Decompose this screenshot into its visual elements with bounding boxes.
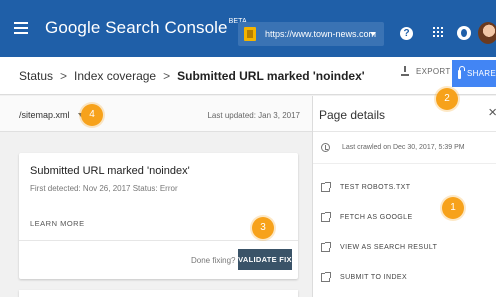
property-selector[interactable]: https://www.town-news.com: [238, 22, 384, 46]
issue-card-footer: Done fixing? VALIDATE FIX: [19, 240, 298, 279]
breadcrumb-separator: >: [60, 69, 68, 83]
breadcrumb-separator: >: [163, 69, 171, 83]
next-card: [19, 290, 298, 297]
app-title: Google Search ConsoleBETA: [45, 18, 247, 38]
close-icon[interactable]: ×: [488, 104, 496, 121]
clock-icon: [321, 143, 330, 152]
page-details-panel: Page details × Last crawled on Dec 30, 2…: [312, 96, 496, 297]
last-crawled: Last crawled on Dec 30, 2017, 5:39 PM: [321, 143, 465, 152]
breadcrumb-bar: Status > Index coverage > Submitted URL …: [0, 57, 496, 95]
apps-grid-icon[interactable]: [433, 27, 443, 37]
last-crawled-text: Last crawled on Dec 30, 2017, 5:39 PM: [342, 144, 465, 151]
last-updated: Last updated: Jan 3, 2017: [207, 111, 300, 120]
callout-marker-3: 3: [252, 217, 274, 239]
divider: [313, 163, 496, 164]
learn-more-link[interactable]: LEARN MORE: [30, 219, 85, 228]
export-button[interactable]: EXPORT: [401, 66, 451, 76]
breadcrumb-index-coverage[interactable]: Index coverage: [74, 69, 156, 83]
share-label: SHARE: [466, 69, 496, 78]
issue-title: Submitted URL marked 'noindex': [30, 165, 190, 177]
sitemap-filter-bar: /sitemap.xml Last updated: Jan 3, 2017: [0, 96, 312, 132]
sitemap-value: /sitemap.xml: [19, 110, 70, 120]
download-icon: [401, 66, 409, 76]
action-submit-to-index[interactable]: SUBMIT TO INDEX: [321, 271, 437, 283]
app-bar: Google Search ConsoleBETA https://www.to…: [0, 0, 496, 57]
chevron-down-icon: [370, 32, 376, 36]
action-label: TEST ROBOTS.TXT: [340, 183, 411, 191]
menu-icon[interactable]: [14, 22, 28, 34]
notifications-icon[interactable]: [457, 26, 471, 40]
open-in-new-icon: [321, 211, 331, 222]
done-fixing-label: Done fixing?: [191, 256, 236, 265]
action-label: VIEW AS SEARCH RESULT: [340, 243, 438, 251]
open-in-new-icon: [321, 181, 331, 192]
lock-icon: [458, 66, 465, 79]
issue-card: Submitted URL marked 'noindex' First det…: [19, 153, 298, 279]
help-icon[interactable]: ?: [400, 27, 413, 40]
property-icon: [244, 27, 256, 41]
action-view-as-search-result[interactable]: VIEW AS SEARCH RESULT: [321, 241, 437, 253]
breadcrumb-current: Submitted URL marked 'noindex': [177, 69, 365, 83]
validate-fix-button[interactable]: VALIDATE FIX: [238, 249, 292, 270]
page-details-title: Page details: [319, 108, 386, 122]
property-url: https://www.town-news.com: [265, 29, 377, 39]
share-button[interactable]: SHARE: [452, 60, 496, 87]
issue-pane: /sitemap.xml Last updated: Jan 3, 2017 S…: [0, 96, 312, 297]
breadcrumb: Status > Index coverage > Submitted URL …: [19, 69, 365, 83]
open-in-new-icon: [321, 241, 331, 252]
avatar[interactable]: [478, 22, 496, 44]
action-label: FETCH AS GOOGLE: [340, 213, 413, 221]
action-test-robots[interactable]: TEST ROBOTS.TXT: [321, 181, 437, 193]
page-actions: TEST ROBOTS.TXT FETCH AS GOOGLE VIEW AS …: [321, 181, 437, 297]
issue-meta: First detected: Nov 26, 2017 Status: Err…: [30, 184, 178, 193]
action-label: SUBMIT TO INDEX: [340, 273, 408, 281]
breadcrumb-status[interactable]: Status: [19, 69, 53, 83]
action-fetch-as-google[interactable]: FETCH AS GOOGLE: [321, 211, 437, 223]
callout-marker-2: 2: [436, 88, 458, 110]
page-details-header: Page details ×: [313, 96, 496, 132]
open-in-new-icon: [321, 271, 331, 282]
sitemap-dropdown[interactable]: /sitemap.xml: [19, 110, 84, 120]
app-title-text: Google Search Console: [45, 18, 228, 37]
callout-marker-1: 1: [442, 197, 464, 219]
export-label: EXPORT: [416, 66, 451, 76]
search-console-window: Google Search ConsoleBETA https://www.to…: [0, 0, 496, 297]
callout-marker-4: 4: [81, 104, 103, 126]
